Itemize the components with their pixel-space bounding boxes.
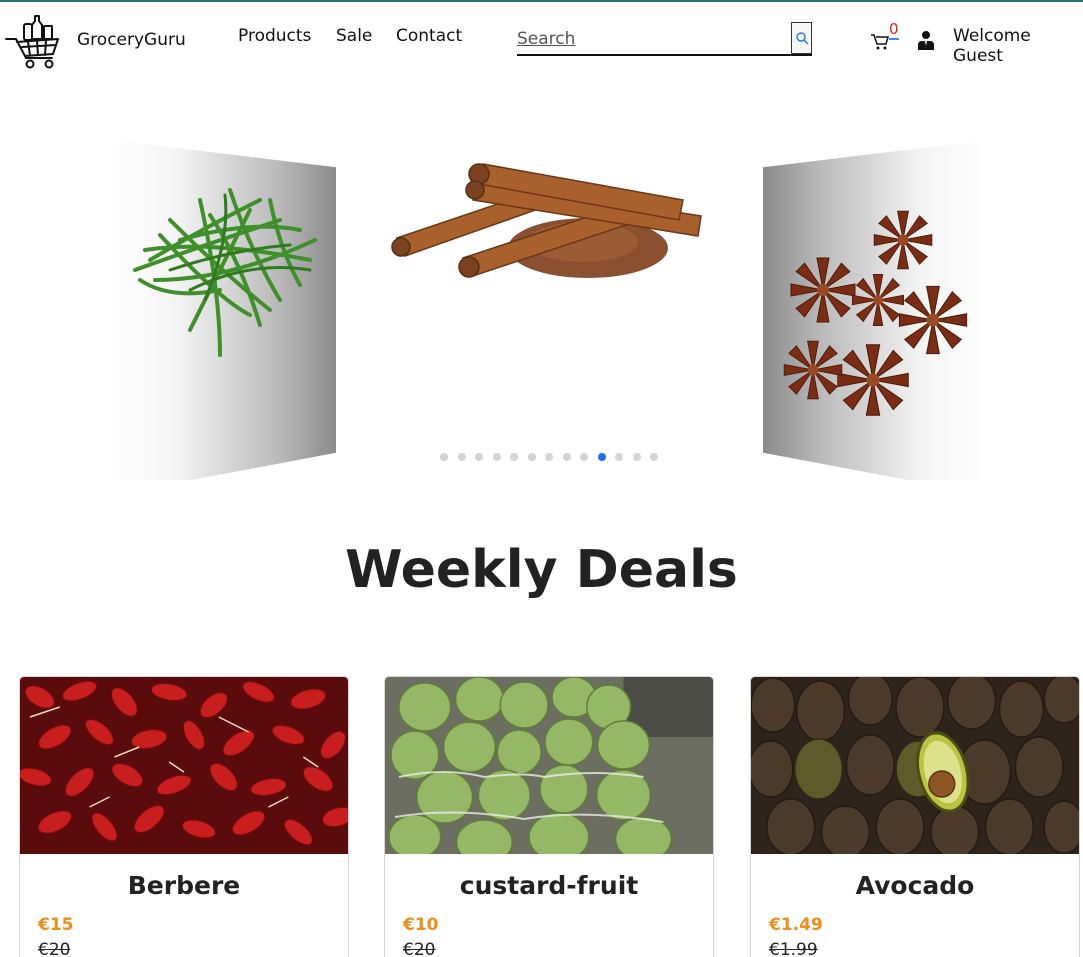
- deal-card-title: Avocado: [855, 871, 975, 900]
- nav-link-products[interactable]: Products: [238, 26, 311, 46]
- deal-card-custard-fruit[interactable]: custard-fruit €10 €20: [384, 676, 714, 957]
- carousel-dot[interactable]: [632, 453, 641, 461]
- deal-card-old-price: €20: [403, 940, 436, 957]
- carousel-dot[interactable]: [545, 453, 553, 461]
- carousel-dot[interactable]: [440, 453, 448, 461]
- deal-card-avocado[interactable]: Avocado €1.49 €1.99: [750, 676, 1080, 957]
- search-button[interactable]: [791, 22, 812, 54]
- carousel-dot[interactable]: [597, 453, 606, 461]
- carousel-dot[interactable]: [562, 453, 571, 461]
- star-anise-image: [783, 210, 968, 416]
- carousel-dot[interactable]: [615, 453, 623, 461]
- carousel-dot[interactable]: [580, 453, 588, 461]
- deal-card-berbere[interactable]: Berbere €15 €20: [19, 676, 349, 957]
- search-input[interactable]: [517, 26, 785, 52]
- custard-fruit-image: [385, 677, 713, 854]
- nav-link-contact[interactable]: Contact: [396, 26, 462, 46]
- welcome-guest-text[interactable]: Welcome Guest: [953, 26, 1083, 66]
- product-carousel[interactable]: [0, 130, 1083, 480]
- deal-card-price: €1.49: [769, 915, 823, 935]
- deal-card-price: €15: [38, 915, 74, 935]
- search-icon: [795, 32, 808, 45]
- nav-link-sale[interactable]: Sale: [336, 26, 372, 46]
- brand-name[interactable]: GroceryGuru: [77, 30, 186, 50]
- green-beans-image: [133, 188, 317, 357]
- carousel-dot[interactable]: [457, 453, 466, 461]
- deal-card-price: €10: [403, 915, 439, 935]
- search-bar: [517, 22, 812, 56]
- carousel-slide-cinnamon[interactable]: [383, 150, 715, 300]
- deal-card-title: custard-fruit: [459, 871, 639, 900]
- carousel-dot[interactable]: [510, 453, 518, 461]
- carousel-dot[interactable]: [475, 453, 483, 461]
- cinnamon-image: [391, 163, 702, 278]
- carousel-slide-star-anise[interactable]: [763, 140, 989, 480]
- weekly-deals-heading: Weekly Deals: [345, 540, 738, 600]
- carousel-dot[interactable]: [650, 453, 658, 461]
- cart-icon: [871, 34, 889, 50]
- top-navbar: GroceryGuru Products Sale Contact 0 Welc…: [0, 2, 1083, 78]
- cart-count-badge: 0: [889, 20, 899, 40]
- cart-button[interactable]: 0: [870, 20, 900, 52]
- grocery-cart-logo-icon[interactable]: [4, 12, 62, 70]
- carousel-indicators: [440, 453, 658, 461]
- deal-card-old-price: €20: [38, 940, 71, 957]
- deal-card-title: Berbere: [127, 871, 241, 900]
- deal-card-old-price: €1.99: [769, 940, 818, 957]
- carousel-slide-green-beans[interactable]: [110, 140, 336, 480]
- carousel-dot[interactable]: [492, 453, 501, 461]
- carousel-dot[interactable]: [527, 453, 536, 461]
- berbere-image: [20, 677, 348, 854]
- avocado-image: [751, 677, 1079, 854]
- user-icon[interactable]: [917, 30, 935, 50]
